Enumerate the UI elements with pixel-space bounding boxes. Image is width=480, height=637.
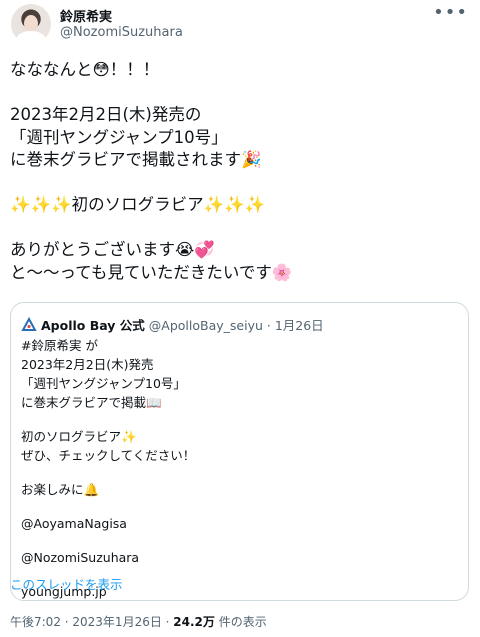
show-thread-link[interactable]: このスレッドを表示 (10, 574, 123, 593)
tweet-text: なななんと😳！！！ 2023年2月2日(木)発売の 「週刊ヤングジャンプ10号」… (10, 59, 470, 284)
tweet-line: に巻末グラビアで掲載されます🎉 (10, 150, 262, 169)
avatar[interactable] (11, 4, 51, 44)
tweet-line: と～～っても見ていただきたいです🌸 (10, 262, 293, 282)
quoted-line: 「週刊ヤングジャンプ10号」 (21, 376, 186, 391)
quoted-tweet-card[interactable]: Apollo Bay 公式 @ApolloBay_seiyu · 1月26日 #… (10, 302, 469, 601)
view-count-label: 件の表示 (214, 615, 267, 629)
more-options-icon[interactable]: ••• (433, 2, 468, 23)
author-name[interactable]: 鈴原希実 (60, 6, 112, 25)
quoted-line: 初のソログラビア✨ (21, 429, 137, 444)
view-count: 24.2万 (173, 615, 215, 629)
tweet-timestamp[interactable]: 午後7:02 · 2023年1月26日 · (10, 615, 173, 629)
quoted-line: #鈴原希実 が (21, 338, 98, 353)
quoted-tweet-date[interactable]: · 1月26日 (267, 318, 324, 333)
tweet-line: ✨✨✨初のソログラビア✨✨✨ (10, 195, 266, 214)
quoted-line: ぜひ、チェックしてください！ (21, 448, 196, 463)
quoted-account-name[interactable]: Apollo Bay 公式 (41, 318, 145, 333)
quoted-line: に巻末グラビアで掲載📖 (21, 395, 162, 410)
quoted-mention: @NozomiSuzuhara (21, 550, 140, 565)
apollo-bay-logo-icon (21, 317, 37, 331)
tweet-header: 鈴原希実 @NozomiSuzuhara ••• (0, 0, 480, 50)
author-handle[interactable]: @NozomiSuzuhara (60, 25, 183, 40)
tweet-line: なななんと😳！！！ (10, 60, 160, 79)
tweet-line: 「週刊ヤングジャンプ10号」 (10, 127, 228, 147)
quoted-line: 2023年2月2日(木)発売 (21, 357, 154, 372)
quoted-tweet-body: #鈴原希実 が 2023年2月2日(木)発売 「週刊ヤングジャンプ10号」 に巻… (21, 336, 451, 601)
avatar-face (24, 15, 38, 32)
quoted-line: お楽しみに🔔 (21, 482, 100, 497)
quoted-account-handle[interactable]: @ApolloBay_seiyu (149, 318, 263, 333)
tweet-line: 2023年2月2日(木)発売の (10, 105, 202, 124)
tweet-footer: 午後7:02 · 2023年1月26日 · 24.2万 件の表示 (10, 613, 267, 630)
tweet-line: ありがとうございます😭💞 (10, 240, 215, 259)
quoted-tweet-header: Apollo Bay 公式 @ApolloBay_seiyu · 1月26日 (21, 315, 324, 333)
avatar-shoulders (16, 31, 46, 44)
quoted-mention: @AoyamaNagisa (21, 516, 127, 531)
